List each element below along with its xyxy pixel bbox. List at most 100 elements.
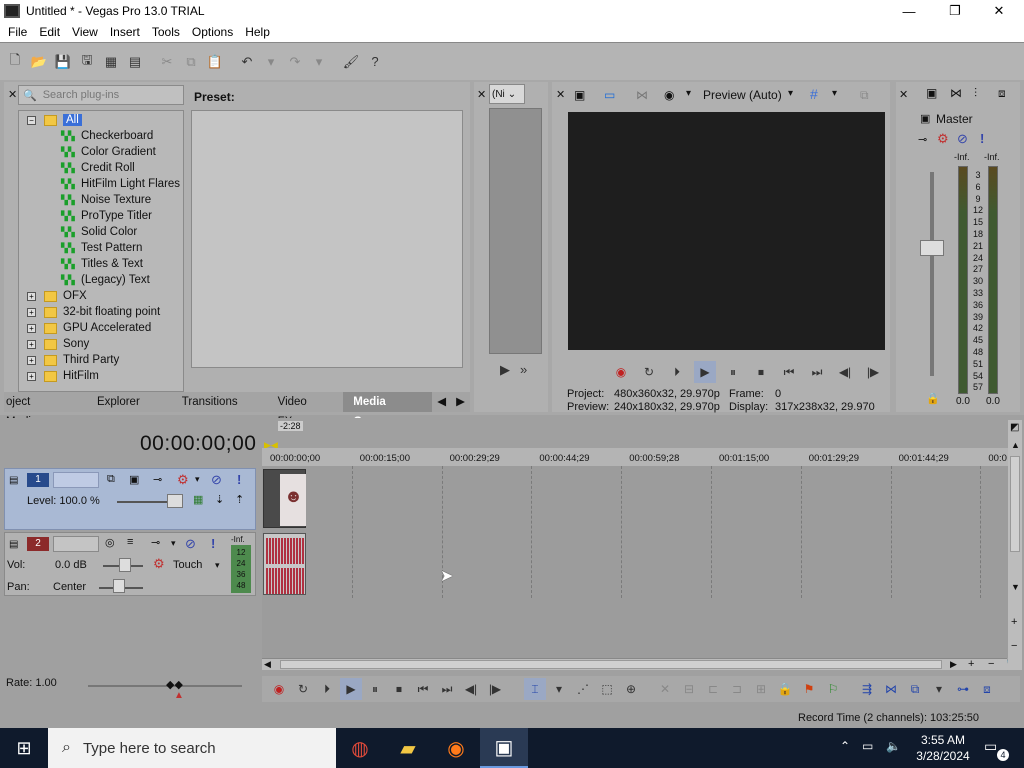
tree-item-hitfilm-light-flares[interactable]: ▚▚ HitFilm Light Flares — [61, 176, 180, 192]
chrome-icon[interactable]: ◍ — [336, 728, 384, 768]
previous-frame-icon[interactable]: ◀| — [834, 361, 856, 383]
vertical-scroll-thumb[interactable] — [1010, 456, 1020, 552]
maximize-button[interactable]: ❐ — [932, 0, 978, 22]
insert-marker-icon[interactable]: ⚑ — [798, 678, 820, 700]
panel-close-icon[interactable]: ✕ — [8, 88, 17, 101]
timecode-display[interactable]: 00:00:00;00 — [140, 432, 256, 456]
zoom-edit-tool-icon[interactable]: ⊕ — [620, 678, 642, 700]
volume-icon[interactable]: 🔈 — [886, 739, 901, 753]
master-mute-icon[interactable]: ▣ — [920, 112, 930, 125]
track-mute-icon[interactable]: ⊘ — [185, 536, 196, 552]
tab-project-media[interactable]: oject Media — [4, 392, 75, 428]
preview-screen[interactable] — [568, 112, 885, 350]
tree-item-credit-roll[interactable]: ▚▚ Credit Roll — [61, 160, 135, 176]
marker-icon[interactable]: ◩ — [1010, 422, 1019, 433]
whats-this-help-icon[interactable]: ? — [364, 51, 386, 73]
track-name-field[interactable] — [53, 472, 99, 488]
invert-phase-icon[interactable]: ≡ — [127, 536, 133, 548]
play-icon[interactable]: ▶ — [694, 361, 716, 383]
plugin-search-input[interactable]: 🔍 Search plug-ins — [18, 85, 184, 105]
plugin-tree[interactable]: − All ▚▚ Checkerboard ▚▚ Color Gradient ▚▚… — [18, 110, 184, 392]
close-button[interactable]: ✕ — [976, 0, 1022, 22]
downmix-icon[interactable]: ⧈ — [998, 86, 1006, 101]
envelope-tool-icon[interactable]: ⋰ — [572, 678, 594, 700]
save-as-icon[interactable]: 🖫 — [76, 51, 98, 73]
delete-icon[interactable]: ✕ — [654, 678, 676, 700]
tree-item-color-gradient[interactable]: ▚▚ Color Gradient — [61, 144, 156, 160]
next-frame-icon[interactable]: |▶ — [862, 361, 884, 383]
tree-group-ofx[interactable]: + OFX — [27, 288, 87, 304]
zoom-out-vertical-icon[interactable]: − — [1011, 640, 1017, 652]
menu-help[interactable]: Help — [239, 25, 276, 39]
master-close-icon[interactable]: ✕ — [899, 88, 908, 101]
undo-dropdown-icon[interactable]: ▾ — [260, 51, 282, 73]
ripple-dropdown-icon[interactable]: ▾ — [928, 678, 950, 700]
menu-insert[interactable]: Insert — [104, 25, 146, 39]
expand-icon[interactable]: + — [27, 339, 36, 349]
play-from-start-icon[interactable]: ⏵ — [316, 678, 338, 700]
preset-list[interactable] — [191, 110, 463, 368]
open-icon[interactable]: 📂 — [28, 51, 50, 73]
tree-row-all[interactable]: − All — [27, 112, 82, 128]
track-collapse-icon[interactable]: ⇡ — [235, 493, 244, 506]
master-properties-icon[interactable]: ▣ — [926, 86, 937, 100]
expand-icon[interactable]: + — [27, 291, 36, 301]
level-slider-knob[interactable] — [167, 494, 183, 508]
ignore-event-grouping-icon[interactable]: ⧈ — [976, 678, 998, 700]
play-from-start-icon[interactable]: ⏵ — [666, 361, 688, 383]
menu-view[interactable]: View — [66, 25, 104, 39]
cut-icon[interactable]: ✂ — [156, 51, 178, 73]
menu-file[interactable]: File — [2, 25, 33, 39]
go-to-start-icon[interactable]: ⏮ — [412, 678, 434, 700]
loop-playback-icon[interactable]: ↻ — [638, 361, 660, 383]
scroll-down-icon[interactable]: ▼ — [1011, 582, 1020, 592]
tab-video-fx[interactable]: Video FX — [258, 392, 344, 428]
make-compositing-child-icon[interactable]: ▣ — [129, 473, 139, 486]
track-fx-dropdown-icon[interactable]: ▾ — [195, 474, 200, 485]
track-fx-chain-icon[interactable]: ▦ — [193, 493, 203, 506]
audio-event[interactable] — [263, 533, 306, 595]
overlays-dropdown-icon[interactable]: ▾ — [832, 88, 837, 99]
redo-icon[interactable]: ↷ — [284, 51, 306, 73]
tree-group-third-party[interactable]: + Third Party — [27, 352, 119, 368]
trimmer-display[interactable] — [489, 108, 542, 354]
lock-envelopes-icon[interactable]: ⋈ — [950, 86, 962, 100]
record-icon[interactable]: ◉ — [268, 678, 290, 700]
tree-item-checkerboard[interactable]: ▚▚ Checkerboard — [61, 128, 153, 144]
master-solo-icon[interactable]: ! — [980, 131, 984, 146]
tree-group-32bit[interactable]: +32-bit floating point — [27, 304, 160, 320]
pause-icon[interactable]: ⏸ — [364, 678, 386, 700]
trimmer-view-select[interactable]: (Ni ⌄ — [489, 84, 525, 104]
tabs-scroll-left-icon[interactable]: ◀ — [432, 392, 451, 412]
auto-ripple-icon[interactable]: ⇶ — [856, 678, 878, 700]
trimmer-play-icon[interactable]: ▶ — [500, 362, 510, 378]
minimize-button[interactable]: — — [886, 0, 932, 22]
track-minimize-icon[interactable]: ▤ — [9, 539, 18, 550]
scroll-right-icon[interactable]: ▶ — [950, 659, 957, 670]
link-faders-icon[interactable]: ⫶ — [974, 86, 977, 101]
stop-icon[interactable]: ⏹ — [750, 361, 772, 383]
tree-item-protype-titler[interactable]: ▚▚ ProType Titler — [61, 208, 152, 224]
tab-transitions[interactable]: Transitions — [162, 392, 258, 412]
copy-snapshot-icon[interactable]: ⧉ — [860, 88, 869, 103]
tree-group-sony[interactable]: + Sony — [27, 336, 89, 352]
next-frame-icon[interactable]: |▶ — [484, 678, 506, 700]
menu-options[interactable]: Options — [186, 25, 239, 39]
selection-tool-icon[interactable]: ⬚ — [596, 678, 618, 700]
menu-tools[interactable]: Tools — [146, 25, 186, 39]
copy-icon[interactable]: ⧉ — [180, 51, 202, 73]
save-icon[interactable]: 💾 — [52, 51, 74, 73]
scroll-thumb[interactable] — [280, 660, 942, 669]
quality-dropdown-icon[interactable]: ▾ — [788, 88, 793, 99]
enable-snapping-icon[interactable]: 🖌 — [340, 51, 362, 73]
vol-slider-knob[interactable] — [119, 558, 131, 572]
tree-item-noise-texture[interactable]: ▚▚ Noise Texture — [61, 192, 151, 208]
tree-item-solid-color[interactable]: ▚▚ Solid Color — [61, 224, 137, 240]
loop-playback-icon[interactable]: ↻ — [292, 678, 314, 700]
tree-item-titles-text[interactable]: ▚▚ Titles & Text — [61, 256, 143, 272]
preview-fx-icon[interactable]: ⋈ — [636, 88, 648, 102]
trim-start-icon[interactable]: ⊏ — [702, 678, 724, 700]
go-to-end-icon[interactable]: ⏭ — [806, 361, 828, 383]
show-hidden-icons[interactable]: ⌃ — [840, 739, 850, 753]
track-fx-icon[interactable]: ⚙ — [177, 472, 189, 488]
